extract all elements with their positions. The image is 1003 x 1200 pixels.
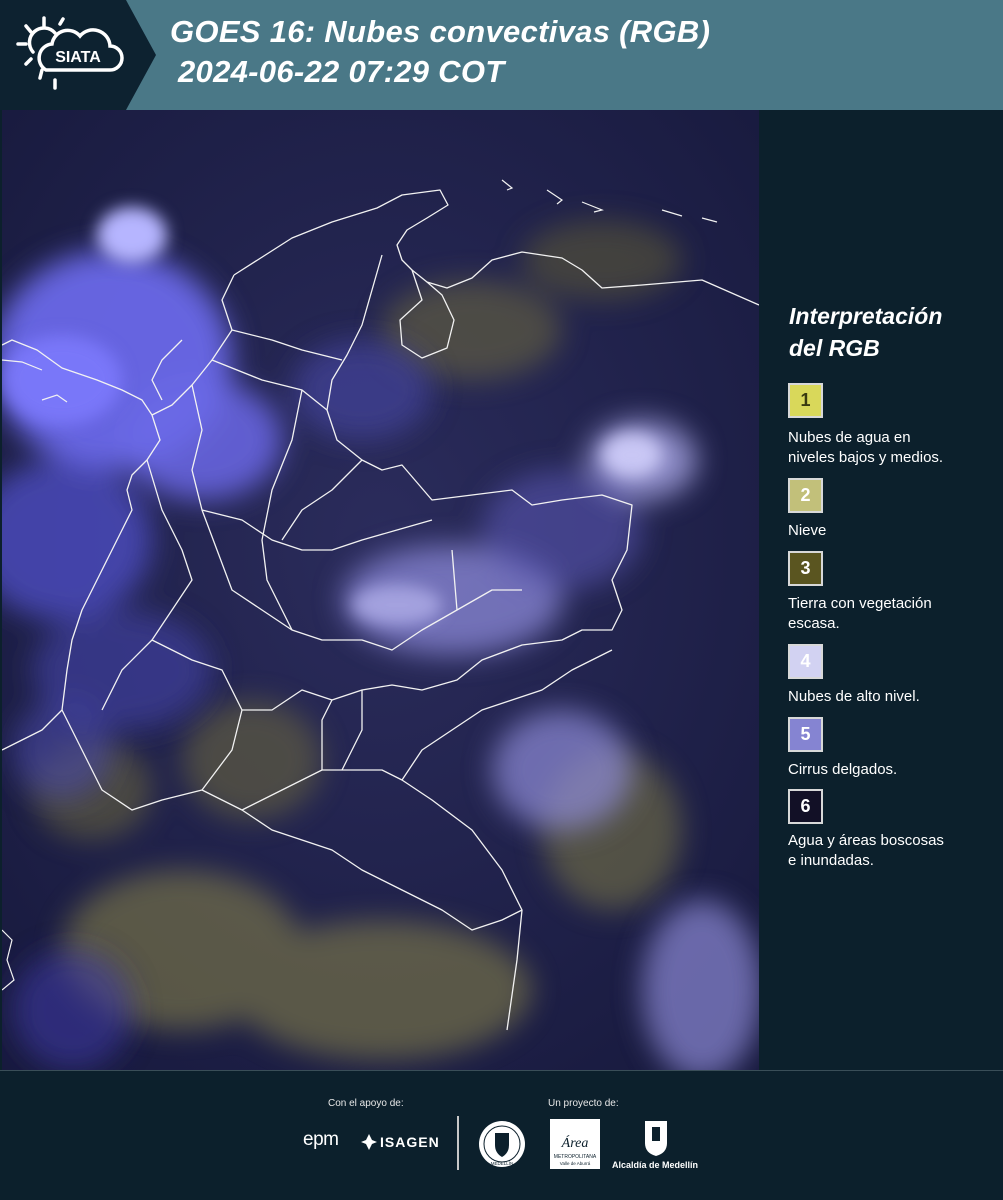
isagen-icon [361,1134,377,1150]
legend-label-1: Nubes de agua en niveles bajos y medios. [788,428,998,468]
svg-text:METROPOLITANA: METROPOLITANA [554,1154,597,1160]
legend-label-3-line2: escasa. [788,615,840,632]
legend-label-3: Tierra con vegetación escasa. [788,594,998,634]
svg-text:Valle de Aburrá: Valle de Aburrá [560,1161,591,1166]
svg-text:MEDELLÍN: MEDELLÍN [491,1160,514,1166]
project-label: Un proyecto de: [548,1098,619,1109]
legend-label-6-line1: Agua y áreas boscosas [788,832,944,849]
legend-title-line1: Interpretación [789,303,943,329]
legend-label-3-line1: Tierra con vegetación [788,595,932,612]
legend-title-line2: del RGB [789,335,880,361]
legend-num-3: 3 [800,558,811,578]
footer-divider [457,1116,459,1170]
legend-swatch-5: 5 [788,717,823,752]
legend-swatch-1: 1 [788,383,823,418]
legend-swatch-3: 3 [788,551,823,586]
rgb-legend: Interpretación del RGB 1 Nubes de agua e… [760,110,1003,1070]
legend-label-6: Agua y áreas boscosas e inundadas. [788,831,998,871]
satellite-rgb-image [2,110,759,1070]
legend-label-2: Nieve [788,521,998,541]
legend-label-1-line1: Nubes de agua en [788,429,911,446]
legend-num-6: 6 [800,796,811,816]
legend-swatch-4: 4 [788,644,823,679]
siata-logo: SIATA [0,0,156,110]
page-root: SIATA GOES 16: Nubes convectivas (RGB) 2… [0,0,1003,1200]
header-bar: SIATA GOES 16: Nubes convectivas (RGB) 2… [0,0,1003,110]
legend-label-4: Nubes de alto nivel. [788,687,998,707]
legend-label-5-line1: Cirrus delgados. [788,761,898,778]
legend-swatch-6: 6 [788,789,823,824]
legend-num-1: 1 [800,390,811,410]
legend-num-5: 5 [800,724,811,744]
alcaldia-label: Alcaldía de Medellín [612,1160,699,1170]
legend-label-5: Cirrus delgados. [788,760,998,780]
epm-logo: epm [303,1129,339,1150]
legend-title: Interpretación del RGB [789,300,942,364]
siata-logo-icon: SIATA [0,0,156,110]
satellite-map [2,110,759,1070]
isagen-logo: ISAGEN [380,1134,440,1150]
area-metropolitana-logo: Área METROPOLITANA Valle de Aburrá [550,1119,600,1169]
medellin-seal-icon: MEDELLÍN [479,1121,525,1167]
page-title: GOES 16: Nubes convectivas (RGB) [170,14,711,49]
legend-label-1-line2: niveles bajos y medios. [788,449,944,466]
legend-label-6-line2: e inundadas. [788,852,874,869]
page-timestamp: 2024-06-22 07:29 COT [178,54,505,89]
support-label: Con el apoyo de: [328,1098,404,1109]
legend-num-2: 2 [800,485,811,505]
legend-swatch-2: 2 [788,478,823,513]
footer: Con el apoyo de: Un proyecto de: epm ISA… [0,1070,1003,1200]
alcaldia-shield-icon [645,1121,667,1156]
svg-text:Área: Área [561,1134,589,1151]
legend-num-4: 4 [800,651,811,671]
svg-text:SIATA: SIATA [55,49,101,66]
legend-label-4-line1: Nubes de alto nivel. [788,688,920,705]
legend-label-2-line1: Nieve [788,522,827,539]
